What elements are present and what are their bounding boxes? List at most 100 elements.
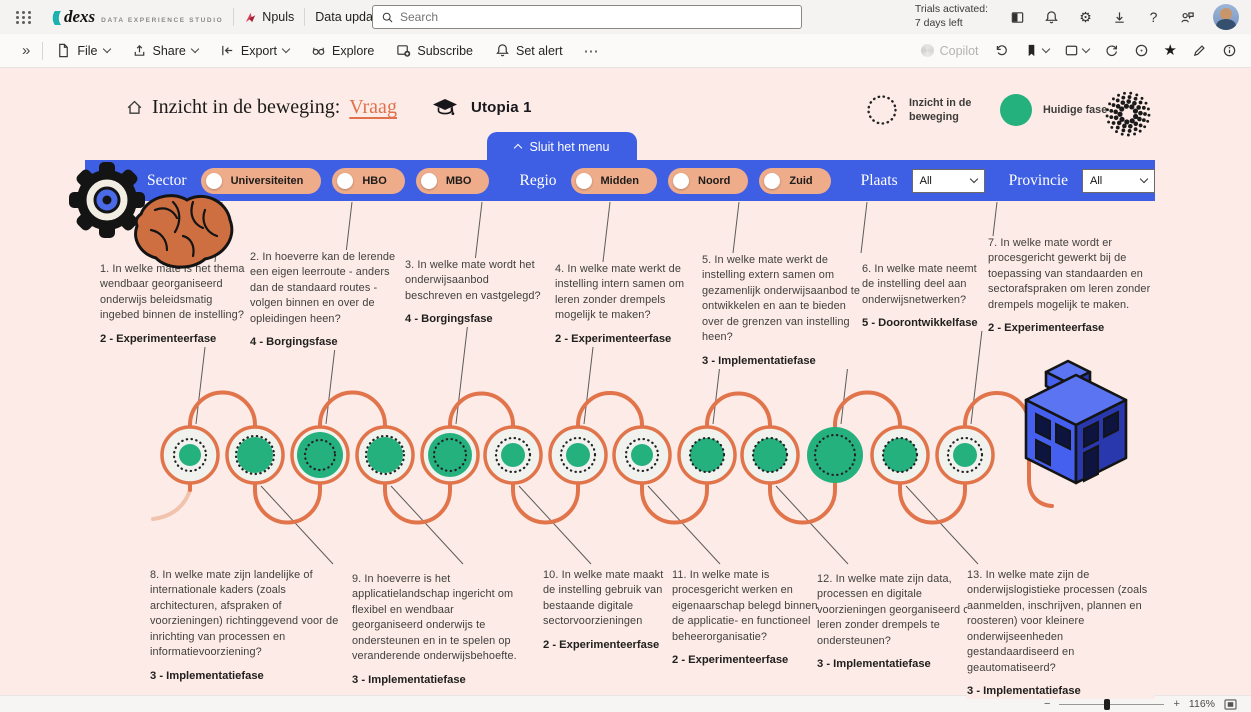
connector-line-q9 xyxy=(391,486,463,564)
share-icon xyxy=(132,43,147,58)
subscribe-icon xyxy=(396,43,411,58)
chevron-down-icon xyxy=(1140,175,1148,183)
favorite-star-icon[interactable]: ★ xyxy=(1164,43,1177,58)
connector-line-q4 xyxy=(584,202,610,424)
header-actions: Trials activated:7 days left ⚙ ? xyxy=(915,3,1239,30)
connector-line-q10 xyxy=(519,486,591,564)
graduation-cap-icon xyxy=(432,98,458,118)
search-bar[interactable] xyxy=(372,5,802,29)
notifications-bell-icon[interactable] xyxy=(1043,9,1060,26)
view-frame-icon xyxy=(1064,43,1079,58)
connector-line-q3 xyxy=(456,202,482,424)
chevron-down-icon xyxy=(282,45,290,53)
help-icon[interactable]: ? xyxy=(1145,9,1162,26)
filter-pill-zuid[interactable]: Zuid xyxy=(759,168,830,194)
reset-icon[interactable] xyxy=(994,43,1009,58)
file-menu[interactable]: File xyxy=(47,38,118,63)
connector-line-q6 xyxy=(841,202,867,424)
fit-to-page-icon[interactable] xyxy=(1224,699,1237,710)
file-icon xyxy=(56,43,71,58)
current-phase-circle-q8[interactable] xyxy=(237,437,273,473)
trial-status: Trials activated:7 days left xyxy=(915,3,988,30)
provincie-value: All xyxy=(1090,175,1102,187)
user-avatar[interactable] xyxy=(1213,4,1239,30)
filter-pill-mbo[interactable]: MBO xyxy=(416,168,490,194)
bookmarks-menu[interactable] xyxy=(1024,43,1049,58)
subscribe-button[interactable]: Subscribe xyxy=(387,38,482,63)
home-icon[interactable] xyxy=(126,99,143,116)
legend-item-insight: Inzicht in de beweging xyxy=(866,94,987,126)
search-input[interactable] xyxy=(400,10,793,24)
legend-item-current-phase: Huidige fase xyxy=(1000,94,1121,126)
filter-pill-midden[interactable]: Midden xyxy=(571,168,658,194)
set-alert-button[interactable]: Set alert xyxy=(486,38,572,63)
refresh-icon[interactable] xyxy=(1104,43,1119,58)
current-phase-circle-q4[interactable] xyxy=(566,443,590,467)
chevron-down-icon xyxy=(1041,45,1049,53)
app-header: ((( dexs DATA EXPERIENCE STUDIO Npuls Da… xyxy=(0,0,1251,34)
toggle-knob xyxy=(337,173,353,189)
green-circle-icon xyxy=(1000,94,1032,126)
connector-line-q11 xyxy=(648,486,720,564)
brain-icon xyxy=(136,196,232,268)
zoom-slider[interactable] xyxy=(1059,704,1164,705)
title-link-vraag[interactable]: Vraag xyxy=(349,96,397,119)
share-menu[interactable]: Share xyxy=(123,38,207,63)
toggle-knob xyxy=(421,173,437,189)
connector-line-q8 xyxy=(261,486,333,564)
more-options-icon[interactable]: ⋯ xyxy=(576,42,608,60)
download-icon[interactable] xyxy=(1111,9,1128,26)
current-phase-circle-q1[interactable] xyxy=(179,444,201,466)
current-phase-circle-q9[interactable] xyxy=(367,437,403,473)
explore-button[interactable]: Explore xyxy=(302,38,383,63)
building-illustration xyxy=(1012,352,1144,490)
plaats-value: All xyxy=(920,175,932,187)
expand-pane-icon[interactable]: » xyxy=(14,42,38,59)
gear-brain-illustration xyxy=(55,158,255,273)
chevron-down-icon xyxy=(969,175,977,183)
current-phase-circle-q7[interactable] xyxy=(953,443,977,467)
sunburst-decoration-icon xyxy=(1104,90,1152,138)
chevron-down-icon xyxy=(1081,45,1089,53)
info-icon[interactable] xyxy=(1222,43,1237,58)
comments-icon[interactable] xyxy=(1134,43,1149,58)
logo-mark-icon: ((( xyxy=(52,9,58,26)
status-bar: − + 116% xyxy=(0,695,1251,712)
edit-pencil-icon[interactable] xyxy=(1192,43,1207,58)
side-panel-icon[interactable] xyxy=(1009,9,1026,26)
zoom-in-button[interactable]: + xyxy=(1173,699,1179,710)
current-phase-circle-q11[interactable] xyxy=(631,444,653,466)
waffle-menu-icon[interactable] xyxy=(12,7,36,28)
toggle-knob xyxy=(673,173,689,189)
provincie-dropdown[interactable]: All xyxy=(1082,169,1155,193)
zoom-slider-handle[interactable] xyxy=(1104,699,1110,710)
zoom-out-button[interactable]: − xyxy=(1044,699,1050,710)
copilot-icon xyxy=(921,44,934,57)
view-menu[interactable] xyxy=(1064,43,1089,58)
plaats-dropdown[interactable]: All xyxy=(912,169,985,193)
report-subtitle: Utopia 1 xyxy=(471,99,532,116)
pill-label: Noord xyxy=(698,175,730,187)
regio-pills: Midden Noord Zuid xyxy=(571,168,831,194)
export-menu[interactable]: Export xyxy=(211,38,298,63)
dashed-circle-icon xyxy=(866,94,898,126)
workspace-switcher[interactable]: Npuls xyxy=(244,10,294,24)
page-title-row: Inzicht in de beweging: Vraag Utopia 1 xyxy=(126,96,532,119)
provincie-label: Provincie xyxy=(1009,172,1068,190)
current-phase-circle-q10[interactable] xyxy=(501,443,525,467)
filter-pill-hbo[interactable]: HBO xyxy=(332,168,404,194)
close-menu-tab[interactable]: Sluit het menu xyxy=(487,132,637,161)
chevron-down-icon xyxy=(191,45,199,53)
brand-name: dexs xyxy=(64,7,95,27)
connector-line-q12 xyxy=(776,486,848,564)
feedback-icon[interactable] xyxy=(1179,9,1196,26)
plaats-label: Plaats xyxy=(861,172,898,190)
chevron-down-icon xyxy=(102,45,110,53)
filter-pill-noord[interactable]: Noord xyxy=(668,168,748,194)
connector-line-q13 xyxy=(906,486,978,564)
connector-line-q5 xyxy=(713,202,739,424)
copilot-button: Copilot xyxy=(921,44,979,58)
legend-label: Inzicht in de beweging xyxy=(909,96,987,124)
settings-gear-icon[interactable]: ⚙ xyxy=(1077,9,1094,26)
pill-label: Midden xyxy=(601,175,640,187)
